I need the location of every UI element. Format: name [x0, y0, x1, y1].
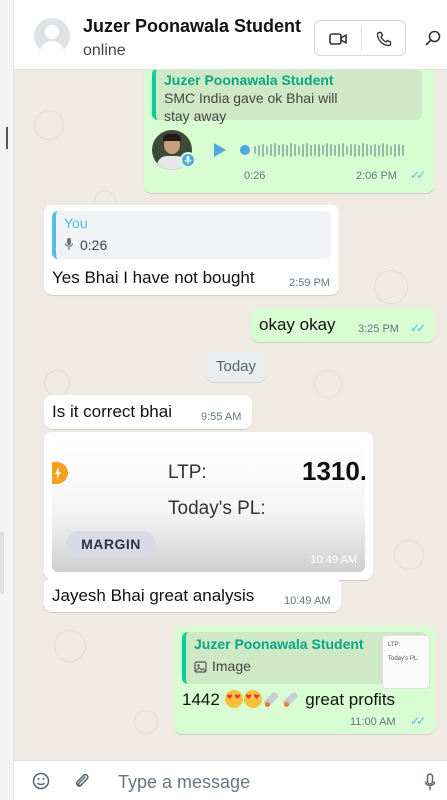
- left-panel-edge: [0, 0, 14, 800]
- read-ticks-icon: ✓✓: [410, 714, 426, 728]
- margin-tag: MARGIN: [66, 531, 156, 557]
- thumbnail-text: Today's PL:: [388, 656, 419, 662]
- message-time: 3:25 PM: [358, 323, 399, 335]
- image-pl-label: Today's PL:: [168, 498, 266, 519]
- phone-icon: [376, 31, 392, 47]
- panel-tab[interactable]: [0, 532, 4, 594]
- message-time: 10:49 AM: [310, 554, 357, 566]
- incoming-message[interactable]: Jayesh Bhai great analysis 10:49 AM: [44, 578, 341, 612]
- incoming-message[interactable]: You 0:26 Yes Bhai I have not bought 2:59…: [44, 205, 339, 295]
- quoted-message[interactable]: You 0:26: [52, 211, 331, 259]
- quoted-message[interactable]: Juzer Poonawala Student SMC India gave o…: [152, 70, 422, 124]
- compose-bar: Type a message: [14, 760, 447, 800]
- image-ltp-value: 1310.: [302, 456, 365, 486]
- message-text: okay okay: [259, 315, 336, 334]
- contact-avatar[interactable]: [34, 18, 70, 54]
- quote-image-thumbnail: LTP: Today's PL:: [382, 635, 430, 689]
- contact-status: online: [83, 42, 126, 59]
- mic-icon[interactable]: [424, 773, 436, 791]
- message-time: 9:55 AM: [201, 411, 242, 423]
- playback-scrubber[interactable]: [240, 145, 250, 155]
- incoming-message[interactable]: Is it correct bhai 9:55 AM: [44, 395, 252, 429]
- message-text: Is it correct bhai: [52, 402, 172, 421]
- read-ticks-icon: ✓✓: [410, 168, 426, 182]
- message-time: 2:06 PM: [356, 170, 397, 182]
- attach-icon[interactable]: [74, 772, 90, 790]
- rocket-emoji-icon: [282, 690, 300, 708]
- chat-messages-area[interactable]: Juzer Poonawala Student SMC India gave o…: [14, 70, 447, 760]
- play-icon[interactable]: [214, 143, 226, 157]
- quote-author: Juzer Poonawala Student: [164, 72, 334, 88]
- message-time: 10:49 AM: [284, 595, 331, 607]
- message-text: 1442 great profits: [182, 690, 395, 710]
- date-separator: Today: [206, 352, 266, 382]
- image-ltp-label: LTP:: [168, 462, 207, 483]
- quote-voice-duration: 0:26: [80, 237, 108, 253]
- profit-text: great profits: [305, 690, 396, 709]
- panel-resize-handle[interactable]: [6, 127, 8, 149]
- rocket-emoji-icon: [263, 690, 281, 708]
- search-button[interactable]: [418, 20, 447, 56]
- call-buttons-group: [314, 20, 406, 56]
- mic-icon: [180, 152, 196, 168]
- quote-author: You: [64, 215, 88, 231]
- quote-type: Image: [212, 658, 251, 674]
- message-time: 11:00 AM: [350, 716, 396, 728]
- heart-eyes-emoji-icon: [243, 690, 262, 708]
- quote-text: SMC India gave ok Bhai will: [164, 90, 338, 106]
- message-time: 2:59 PM: [289, 277, 330, 289]
- contact-name[interactable]: Juzer Poonawala Student: [83, 16, 301, 37]
- chat-header: Juzer Poonawala Student online: [14, 0, 447, 70]
- image-icon: [194, 661, 207, 673]
- voice-call-button[interactable]: [361, 21, 407, 57]
- message-text: Yes Bhai I have not bought: [52, 268, 255, 287]
- margin-tag-label: MARGIN: [81, 536, 141, 552]
- message-text: Jayesh Bhai great analysis: [52, 586, 255, 605]
- video-camera-icon: [329, 33, 347, 45]
- voice-duration: 0:26: [244, 170, 266, 182]
- shared-image[interactable]: LTP: 1310. Today's PL: MARGIN 10:49 AM: [52, 442, 365, 572]
- lightning-icon: [52, 462, 68, 484]
- emoji-icon[interactable]: [32, 772, 50, 790]
- outgoing-voice-message[interactable]: Juzer Poonawala Student SMC India gave o…: [144, 70, 434, 193]
- quote-text: stay away: [164, 108, 227, 124]
- read-ticks-icon: ✓✓: [410, 321, 426, 335]
- message-input[interactable]: Type a message: [118, 772, 250, 793]
- date-separator-label: Today: [215, 358, 257, 375]
- outgoing-message[interactable]: okay okay 3:25 PM ✓✓: [251, 308, 435, 342]
- quoted-image-message[interactable]: Juzer Poonawala Student Image LTP: Today…: [182, 632, 430, 689]
- video-call-button[interactable]: [315, 21, 361, 57]
- mic-icon: [64, 238, 74, 250]
- profit-number: 1442: [182, 690, 220, 709]
- search-icon: [425, 30, 440, 46]
- quote-author: Juzer Poonawala Student: [194, 636, 364, 652]
- thumbnail-text: LTP:: [388, 642, 401, 648]
- outgoing-message[interactable]: Juzer Poonawala Student Image LTP: Today…: [174, 626, 435, 734]
- voice-waveform[interactable]: [254, 143, 404, 157]
- heart-eyes-emoji-icon: [224, 690, 243, 708]
